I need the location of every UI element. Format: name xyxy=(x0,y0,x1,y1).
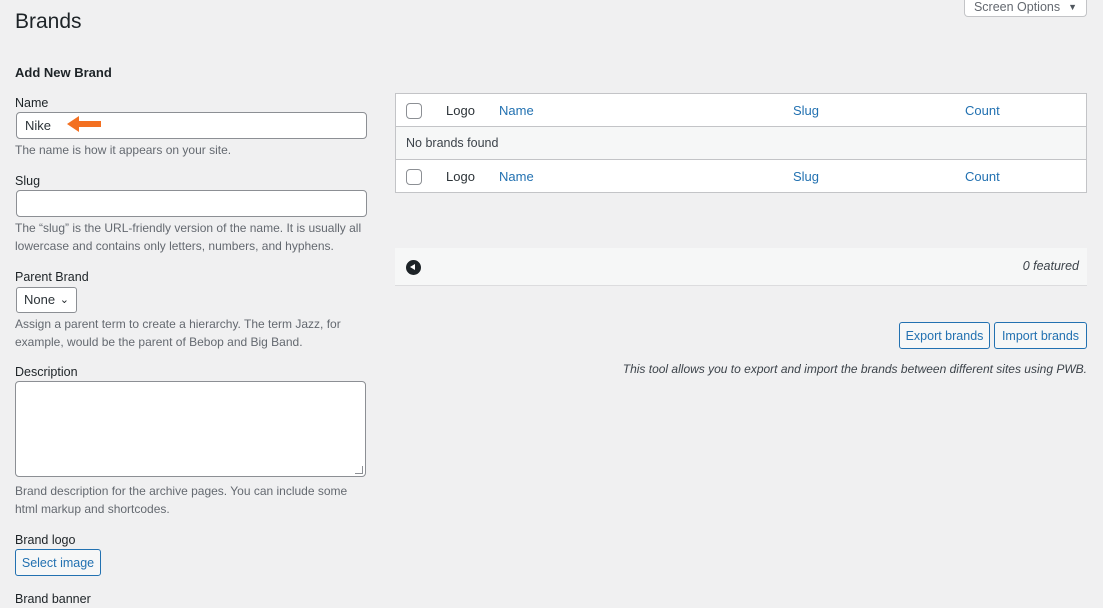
screen-options-button[interactable]: Screen Options ▼ xyxy=(964,0,1087,17)
parent-brand-select[interactable]: None ⌄ xyxy=(16,287,77,313)
column-name-sort-footer[interactable]: Name xyxy=(499,169,534,184)
parent-brand-help-text: Assign a parent term to create a hierarc… xyxy=(15,317,341,349)
table-row: No brands found xyxy=(396,127,1086,160)
slug-label: Slug xyxy=(15,174,41,188)
column-logo: Logo xyxy=(446,103,475,118)
select-all-checkbox-footer[interactable] xyxy=(406,169,422,185)
brand-banner-label: Brand banner xyxy=(15,592,91,606)
column-count-sort-footer[interactable]: Count xyxy=(965,169,1000,184)
annotation-arrow-icon xyxy=(67,116,101,132)
column-name-sort[interactable]: Name xyxy=(499,103,534,118)
screen-options-label: Screen Options xyxy=(973,0,1061,14)
slug-help-text: The “slug” is the URL-friendly version o… xyxy=(15,221,362,253)
name-label: Name xyxy=(15,96,49,110)
select-image-button[interactable]: Select image xyxy=(15,549,101,576)
column-slug-sort-footer[interactable]: Slug xyxy=(793,169,819,184)
description-help-text: Brand description for the archive pages.… xyxy=(15,484,348,516)
table-footer-row: Logo Name Slug Count xyxy=(396,160,1086,193)
description-textarea[interactable] xyxy=(15,381,366,477)
parent-brand-selected: None xyxy=(24,292,56,307)
no-brands-message: No brands found xyxy=(406,136,499,150)
column-logo-footer: Logo xyxy=(446,169,475,184)
brands-table: Logo Name Slug Count No brands found Log… xyxy=(395,93,1087,193)
featured-count: 0 featured xyxy=(1022,259,1079,273)
collapse-arrow-icon[interactable] xyxy=(406,260,421,275)
export-brands-button[interactable]: Export brands xyxy=(899,322,990,349)
page-title: Brands xyxy=(15,10,82,33)
name-help-text: The name is how it appears on your site. xyxy=(15,143,232,157)
select-all-checkbox[interactable] xyxy=(406,103,422,119)
import-brands-button[interactable]: Import brands xyxy=(994,322,1087,349)
resize-handle-icon[interactable] xyxy=(355,466,363,474)
table-header-row: Logo Name Slug Count xyxy=(396,94,1086,127)
tools-note: This tool allows you to export and impor… xyxy=(622,362,1087,376)
brand-logo-label: Brand logo xyxy=(15,533,76,547)
column-count-sort[interactable]: Count xyxy=(965,103,1000,118)
add-new-brand-heading: Add New Brand xyxy=(15,65,112,80)
caret-down-icon: ▼ xyxy=(1068,2,1078,12)
parent-brand-label: Parent Brand xyxy=(15,270,89,284)
column-slug-sort[interactable]: Slug xyxy=(793,103,819,118)
chevron-down-icon: ⌄ xyxy=(59,294,69,306)
slug-input[interactable] xyxy=(16,190,367,217)
description-label: Description xyxy=(15,365,78,379)
featured-bar: 0 featured xyxy=(395,248,1087,286)
